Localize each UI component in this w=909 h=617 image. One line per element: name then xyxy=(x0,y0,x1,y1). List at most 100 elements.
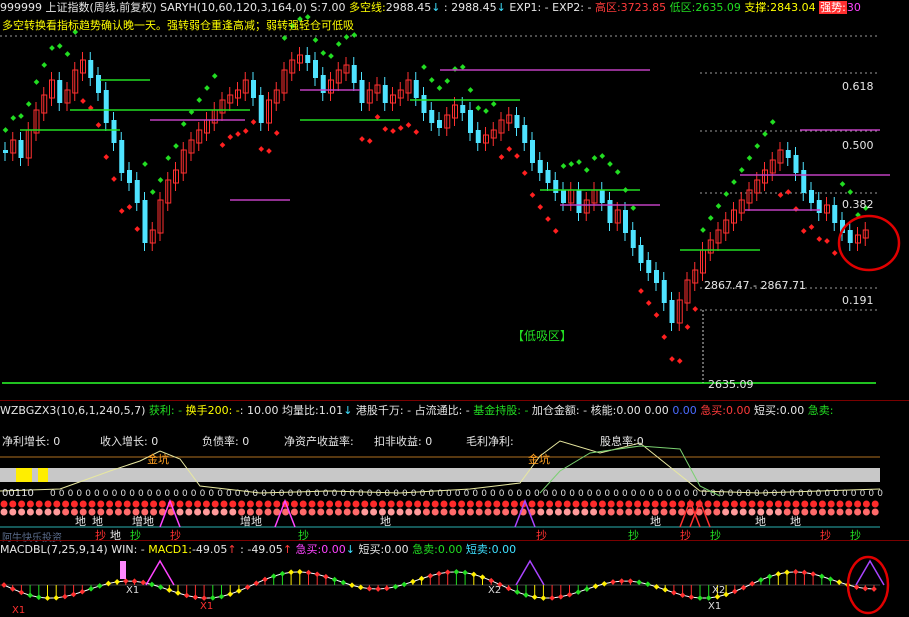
x-signal-label: X1 xyxy=(12,605,26,616)
macd-dot xyxy=(566,591,573,598)
zero-digit: 0 xyxy=(472,489,478,499)
red-dot xyxy=(18,500,26,508)
macd-label: MACD1: xyxy=(148,543,192,556)
sar-dot xyxy=(824,238,830,244)
x-signal-label: X1 xyxy=(126,585,140,596)
macd-dot xyxy=(514,589,521,595)
macd-dot xyxy=(340,579,347,586)
di-label: 地 xyxy=(75,515,86,528)
support-value: 2843.04 xyxy=(770,1,816,14)
candle-body xyxy=(599,190,605,203)
fund-fuzhailv: 负债率: 0 xyxy=(202,435,250,448)
sar-dot xyxy=(568,161,575,167)
red-dot xyxy=(871,500,879,508)
sar-dot xyxy=(808,224,815,230)
zero-digit: 0 xyxy=(745,489,751,499)
sar-dot xyxy=(560,163,567,169)
sar-dot xyxy=(475,105,482,111)
red-dot xyxy=(97,500,105,508)
zero-digit: 0 xyxy=(596,489,602,499)
pink-dot xyxy=(554,508,562,516)
ganggu: 港股千万: - xyxy=(355,404,412,417)
price-panel[interactable]: 999999 上证指数(周线,前复权) SARYH(10,60,120,3,16… xyxy=(0,0,909,400)
x-signal-label: X1 xyxy=(708,601,722,612)
red-dot xyxy=(766,500,774,508)
panel2-name: WZBGZX3(10,6,1,240,5,7) xyxy=(0,404,146,417)
pink-dot xyxy=(0,508,8,516)
macd-val: -49.05 xyxy=(191,543,228,556)
macd-dot xyxy=(662,586,669,593)
red-dot xyxy=(106,500,114,508)
sar-dot xyxy=(839,181,846,187)
hexin-label: 核能: xyxy=(590,404,617,417)
zero-digit: 0 xyxy=(622,489,628,499)
sar-dot xyxy=(374,114,381,120)
pink-dot xyxy=(475,508,483,516)
candle-body xyxy=(607,200,613,223)
zero-digit: 0 xyxy=(772,489,778,499)
macd-panel[interactable]: MACDBL(7,25,9,14) WIN: - MACD1:-49.05↑ :… xyxy=(0,541,909,617)
macd-dot xyxy=(131,578,138,585)
jiacang: 加仓金额: - xyxy=(531,404,588,417)
sar-dot xyxy=(95,122,102,128)
x-signal-label: X1 xyxy=(200,601,214,612)
sar-dot xyxy=(157,177,164,183)
sar-dot xyxy=(545,216,551,222)
macd-dot xyxy=(601,580,608,587)
duo-sep: : xyxy=(443,1,448,14)
sar-dot xyxy=(33,79,40,85)
zero-digit: 0 xyxy=(411,489,417,499)
price-header: 999999 上证指数(周线,前复权) SARYH(10,60,120,3,16… xyxy=(0,0,909,16)
yellow-block xyxy=(16,468,32,482)
pink-dot xyxy=(458,508,466,516)
strong-value: 30 xyxy=(846,1,861,14)
zero-digit: 0 xyxy=(120,489,126,499)
fundamental-panel[interactable]: 0000000000000000000000000000000000000000… xyxy=(0,401,909,544)
zero-digit: 0 xyxy=(499,489,505,499)
candle-body xyxy=(514,115,520,128)
sar-dot xyxy=(459,64,466,70)
zero-digit: 0 xyxy=(560,489,566,499)
sar-dot xyxy=(607,161,613,167)
sar-dot xyxy=(436,85,443,91)
red-dot xyxy=(378,500,386,508)
macd-peak xyxy=(855,559,885,586)
duo-arrow-icon: ↓ xyxy=(431,1,441,14)
red-dot xyxy=(466,500,474,508)
red-dot xyxy=(202,500,210,508)
duanmai-val: 0.00 xyxy=(779,404,805,417)
red-dot xyxy=(79,500,87,508)
zero-digit: 0 xyxy=(358,489,364,499)
pink-dot xyxy=(845,508,853,516)
red-dot xyxy=(598,500,606,508)
fund-row: 净利增长: 0 收入增长: 0 负债率: 0 净资产收益率: 扣非收益: 0 毛… xyxy=(2,433,902,448)
zero-digit: 0 xyxy=(296,489,302,499)
low-value: 2635.09 xyxy=(695,1,741,14)
macd-dot xyxy=(610,579,616,585)
sar-dot xyxy=(490,101,497,107)
pink-dot xyxy=(317,508,325,516)
red-dot xyxy=(0,500,8,508)
red-dot xyxy=(238,500,246,508)
macd-dot xyxy=(705,595,712,601)
pink-dot xyxy=(229,508,237,516)
red-dot xyxy=(845,500,853,508)
red-dot xyxy=(651,500,659,508)
zero-digit: 0 xyxy=(112,489,118,499)
candle-body xyxy=(801,170,807,193)
macd-dot xyxy=(453,569,460,575)
candle-body xyxy=(646,260,652,273)
zero-digit: 0 xyxy=(631,489,637,499)
zero-digit: 0 xyxy=(692,489,698,499)
gold-pit-1: 金坑 xyxy=(147,453,169,466)
red-dot xyxy=(361,500,369,508)
sar-dot xyxy=(738,167,745,173)
pink-dot xyxy=(414,508,422,516)
red-dot xyxy=(625,500,633,508)
pink-dot xyxy=(862,508,870,516)
red-dot xyxy=(493,500,501,508)
red-dot xyxy=(264,500,272,508)
zero-digit: 0 xyxy=(666,489,672,499)
sar-dot xyxy=(180,121,187,127)
sar-dot xyxy=(273,130,280,136)
